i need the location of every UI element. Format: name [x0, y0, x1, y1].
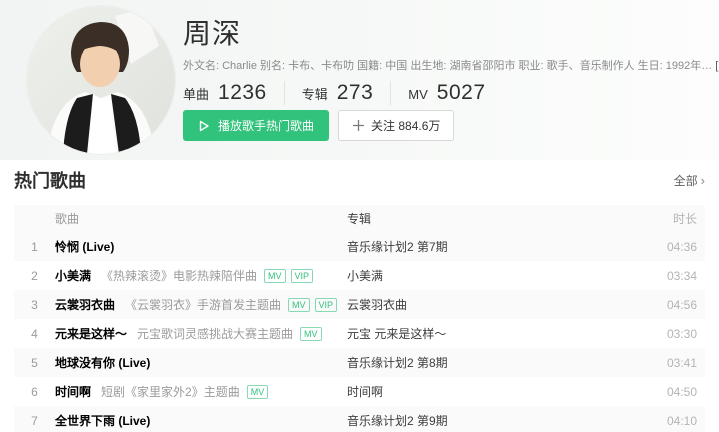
- play-hot-songs-button[interactable]: 播放歌手热门歌曲: [183, 110, 329, 141]
- hot-songs-title: 热门歌曲: [14, 167, 86, 193]
- artist-page: 周深 外文名: Charlie 别名: 卡布、卡布叻 国籍: 中国 出生地: 湖…: [0, 0, 719, 432]
- play-button-label: 播放歌手热门歌曲: [218, 117, 314, 134]
- col-header-song: 歌曲: [55, 210, 347, 227]
- song-album[interactable]: 小美满: [347, 267, 633, 284]
- table-row[interactable]: 7 全世界下雨 (Live) 音乐缘计划2 第9期 04:10: [14, 406, 705, 432]
- table-row[interactable]: 1 怜悯 (Live) 音乐缘计划2 第7期 04:36: [14, 232, 705, 261]
- stat-albums-value: 273: [337, 81, 374, 105]
- song-album[interactable]: 音乐缘计划2 第7期: [347, 238, 633, 255]
- stat-mv-label: MV: [408, 87, 428, 102]
- song-title[interactable]: 元来是这样～: [55, 325, 127, 342]
- plus-icon: [352, 119, 365, 132]
- artist-name: 周深: [183, 12, 241, 52]
- song-cell: 元来是这样～ 元宝歌词灵感挑战大赛主题曲 MV: [55, 325, 347, 342]
- vip-badge[interactable]: VIP: [291, 269, 314, 283]
- header-buttons: 播放歌手热门歌曲 关注 884.6万: [183, 110, 454, 141]
- artist-header: 周深 外文名: Charlie 别名: 卡布、卡布叻 国籍: 中国 出生地: 湖…: [0, 0, 719, 160]
- stat-singles: 单曲 1236: [183, 81, 285, 105]
- mv-badge[interactable]: MV: [247, 385, 269, 399]
- song-duration: 03:41: [633, 356, 697, 370]
- artist-info-text: 外文名: Charlie 别名: 卡布、卡布叻 国籍: 中国 出生地: 湖南省邵…: [183, 60, 712, 72]
- mv-badge[interactable]: MV: [264, 269, 286, 283]
- mv-badge[interactable]: MV: [300, 327, 322, 341]
- table-header-row: 歌曲 专辑 时长: [14, 205, 705, 232]
- song-badges: MV: [247, 385, 269, 399]
- song-subtitle: 元宝歌词灵感挑战大赛主题曲: [137, 325, 293, 342]
- chevron-right-icon: ›: [701, 173, 705, 188]
- song-duration: 04:10: [633, 414, 697, 428]
- hot-songs-section-head: 热门歌曲 全部 ›: [14, 162, 705, 198]
- table-row[interactable]: 3 云裳羽衣曲 《云裳羽衣》手游首发主题曲 MV VIP 云裳羽衣曲 04:56: [14, 290, 705, 319]
- stat-mv: MV 5027: [408, 81, 502, 105]
- song-title[interactable]: 时间啊: [55, 383, 91, 400]
- song-duration: 03:34: [633, 269, 697, 283]
- stat-singles-label: 单曲: [183, 84, 209, 103]
- song-cell: 地球没有你 (Live): [55, 354, 347, 371]
- song-duration: 04:56: [633, 298, 697, 312]
- table-row[interactable]: 2 小美满 《热辣滚烫》电影热辣陪伴曲 MV VIP 小美满 03:34: [14, 261, 705, 290]
- song-cell: 怜悯 (Live): [55, 238, 347, 255]
- song-cell: 时间啊 短剧《家里家外2》主题曲 MV: [55, 383, 347, 400]
- song-album[interactable]: 云裳羽衣曲: [347, 296, 633, 313]
- song-title[interactable]: 云裳羽衣曲: [55, 296, 115, 313]
- song-title[interactable]: 小美满: [55, 267, 91, 284]
- song-album[interactable]: 元宝 元来是这样～: [347, 325, 633, 342]
- artist-stats: 单曲 1236 专辑 273 MV 5027: [183, 81, 520, 105]
- mv-badge[interactable]: MV: [288, 298, 310, 312]
- table-row[interactable]: 5 地球没有你 (Live) 音乐缘计划2 第8期 03:41: [14, 348, 705, 377]
- col-header-album: 专辑: [347, 210, 633, 227]
- play-icon: [198, 120, 210, 132]
- row-index: 6: [14, 385, 55, 399]
- song-subtitle: 《热辣滚烫》电影热辣陪伴曲: [101, 267, 257, 284]
- song-title[interactable]: 全世界下雨 (Live): [55, 412, 150, 429]
- song-cell: 云裳羽衣曲 《云裳羽衣》手游首发主题曲 MV VIP: [55, 296, 347, 313]
- follow-button-label: 关注 884.6万: [371, 117, 440, 134]
- follow-button[interactable]: 关注 884.6万: [338, 110, 454, 141]
- song-badges: MV VIP: [264, 269, 313, 283]
- song-duration: 04:50: [633, 385, 697, 399]
- song-subtitle: 短剧《家里家外2》主题曲: [101, 383, 240, 400]
- vip-badge[interactable]: VIP: [315, 298, 338, 312]
- song-title[interactable]: 怜悯 (Live): [55, 238, 114, 255]
- row-index: 3: [14, 298, 55, 312]
- song-album[interactable]: 时间啊: [347, 383, 633, 400]
- row-index: 7: [14, 414, 55, 428]
- col-header-duration: 时长: [633, 210, 697, 227]
- song-table-body: 1 怜悯 (Live) 音乐缘计划2 第7期 04:36 2 小美满 《热辣滚烫…: [14, 232, 705, 432]
- song-duration: 04:36: [633, 240, 697, 254]
- row-index: 5: [14, 356, 55, 370]
- table-row[interactable]: 4 元来是这样～ 元宝歌词灵感挑战大赛主题曲 MV 元宝 元来是这样～ 03:3…: [14, 319, 705, 348]
- row-index: 2: [14, 269, 55, 283]
- song-badges: MV VIP: [288, 298, 337, 312]
- stat-albums-label: 专辑: [302, 84, 328, 103]
- song-cell: 全世界下雨 (Live): [55, 412, 347, 429]
- artist-avatar: [27, 6, 175, 154]
- song-title[interactable]: 地球没有你 (Live): [55, 354, 150, 371]
- song-subtitle: 《云裳羽衣》手游首发主题曲: [125, 296, 281, 313]
- all-songs-label: 全部: [674, 172, 698, 189]
- song-badges: MV: [300, 327, 322, 341]
- stat-singles-value: 1236: [218, 81, 267, 105]
- song-cell: 小美满 《热辣滚烫》电影热辣陪伴曲 MV VIP: [55, 267, 347, 284]
- stat-albums: 专辑 273: [302, 81, 392, 105]
- all-songs-link[interactable]: 全部 ›: [674, 172, 705, 189]
- stat-mv-value: 5027: [437, 81, 486, 105]
- more-link[interactable]: [更多]: [715, 60, 719, 72]
- table-row[interactable]: 6 时间啊 短剧《家里家外2》主题曲 MV 时间啊 04:50: [14, 377, 705, 406]
- row-index: 4: [14, 327, 55, 341]
- song-duration: 03:30: [633, 327, 697, 341]
- hot-songs-table: 歌曲 专辑 时长 1 怜悯 (Live) 音乐缘计划2 第7期 04:36 2 …: [14, 205, 705, 432]
- row-index: 1: [14, 240, 55, 254]
- artist-info: 外文名: Charlie 别名: 卡布、卡布叻 国籍: 中国 出生地: 湖南省邵…: [183, 57, 703, 73]
- song-album[interactable]: 音乐缘计划2 第9期: [347, 412, 633, 429]
- artist-photo: [27, 6, 175, 154]
- song-album[interactable]: 音乐缘计划2 第8期: [347, 354, 633, 371]
